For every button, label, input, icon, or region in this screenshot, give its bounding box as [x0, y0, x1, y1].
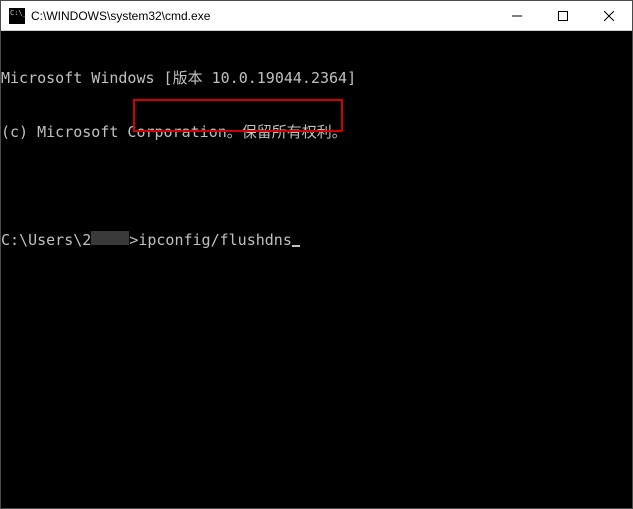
- prompt-line: C:\Users\2 >ipconfig/flushdns: [1, 231, 632, 249]
- prompt-prefix: C:\Users\2: [1, 231, 91, 249]
- blank-line: [1, 177, 632, 195]
- titlebar[interactable]: C:\WINDOWS\system32\cmd.exe: [1, 1, 632, 31]
- close-icon: [604, 11, 614, 21]
- window-title: C:\WINDOWS\system32\cmd.exe: [31, 9, 494, 23]
- minimize-icon: [512, 11, 522, 21]
- prompt-suffix: >: [129, 231, 138, 249]
- maximize-icon: [558, 11, 568, 21]
- window-controls: [494, 1, 632, 30]
- maximize-button[interactable]: [540, 1, 586, 30]
- redacted-username: [91, 231, 129, 245]
- cmd-window: C:\WINDOWS\system32\cmd.exe Microsoft Wi…: [0, 0, 633, 509]
- cmd-icon: [9, 8, 25, 24]
- banner-line-2: (c) Microsoft Corporation。保留所有权利。: [1, 123, 632, 141]
- close-button[interactable]: [586, 1, 632, 30]
- banner-line-1: Microsoft Windows [版本 10.0.19044.2364]: [1, 69, 632, 87]
- cursor: [292, 245, 300, 247]
- typed-command: ipconfig/flushdns: [138, 231, 292, 249]
- terminal-area[interactable]: Microsoft Windows [版本 10.0.19044.2364] (…: [1, 31, 632, 508]
- minimize-button[interactable]: [494, 1, 540, 30]
